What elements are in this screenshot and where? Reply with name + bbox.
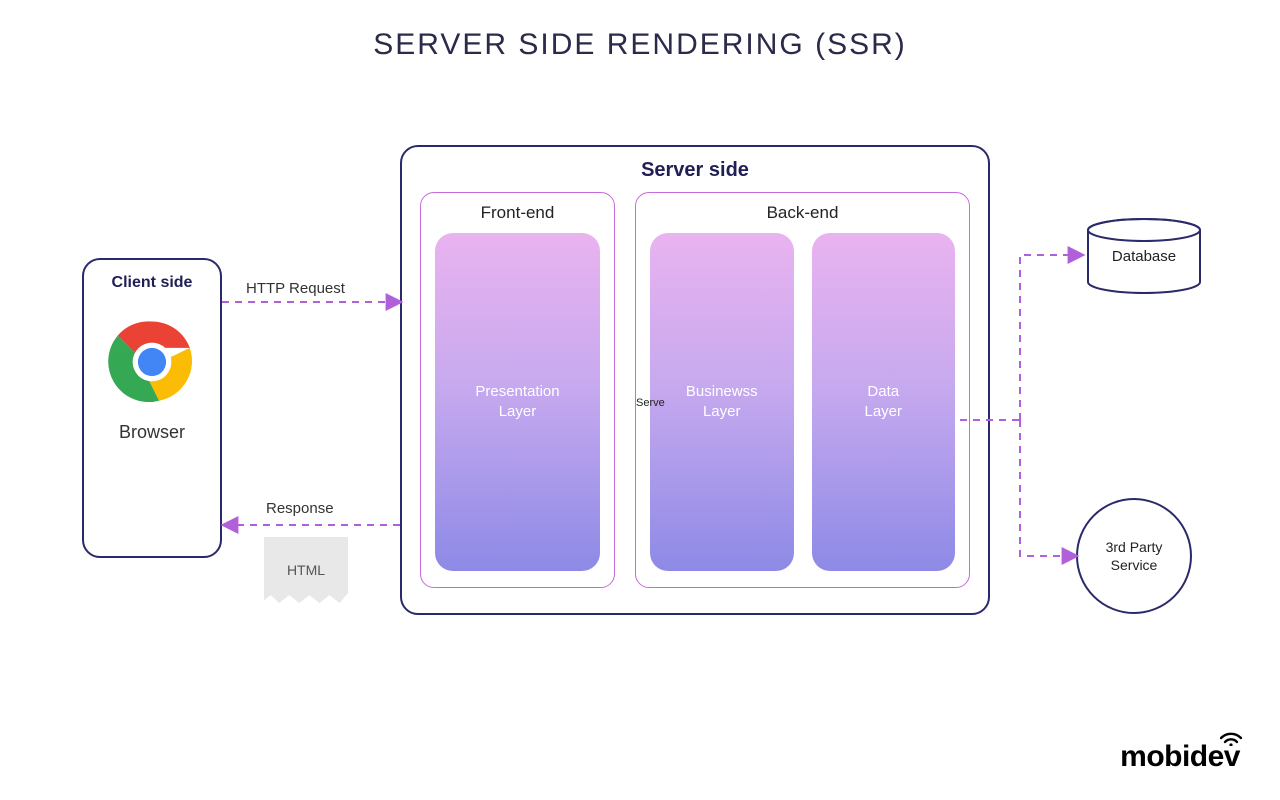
- database-node: Database: [1084, 218, 1204, 296]
- presentation-layer: PresentationLayer: [435, 233, 600, 571]
- data-layer: DataLayer: [812, 233, 956, 571]
- client-side-box: Client side Browser: [82, 258, 222, 558]
- http-request-label: HTTP Request: [246, 280, 345, 297]
- html-document-icon: HTML: [264, 537, 348, 603]
- frontend-section: Front-end PresentationLayer: [420, 192, 615, 588]
- backend-section: Back-end BusinewssLayer DataLayer: [635, 192, 970, 588]
- artifact-text: Serve: [636, 397, 665, 409]
- browser-label: Browser: [92, 422, 212, 443]
- backend-title: Back-end: [650, 203, 955, 223]
- server-side-title: Server side: [420, 159, 970, 182]
- client-side-title: Client side: [92, 274, 212, 292]
- wifi-icon: [1220, 732, 1242, 746]
- database-label: Database: [1084, 248, 1204, 265]
- chrome-icon: [108, 318, 196, 406]
- third-party-label: 3rd PartyService: [1106, 538, 1163, 574]
- frontend-title: Front-end: [435, 203, 600, 223]
- mobidev-logo: mobidev: [1120, 740, 1240, 774]
- server-side-box: Server side Front-end PresentationLayer …: [400, 145, 990, 615]
- third-party-node: 3rd PartyService: [1076, 498, 1192, 614]
- response-label: Response: [266, 500, 334, 517]
- page-title: SERVER SIDE RENDERING (SSR): [0, 28, 1280, 62]
- html-document-label: HTML: [287, 562, 325, 578]
- business-layer: BusinewssLayer: [650, 233, 794, 571]
